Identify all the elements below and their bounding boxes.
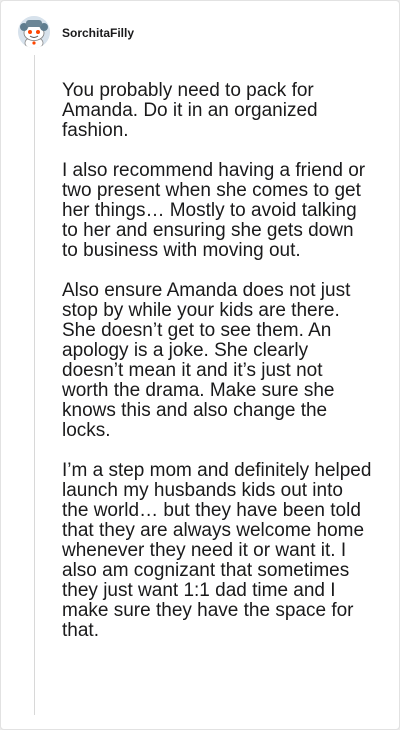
thread-collapse-line[interactable] xyxy=(34,55,35,715)
comment-body: You probably need to pack for Amanda. Do… xyxy=(62,81,372,661)
comment-card: SorchitaFilly You probably need to pack … xyxy=(0,0,400,730)
comment-paragraph: You probably need to pack for Amanda. Do… xyxy=(62,80,318,141)
comment-author[interactable]: SorchitaFilly xyxy=(62,26,134,40)
reddit-snoo-avatar-icon[interactable] xyxy=(18,16,50,48)
comment-paragraph: I’m a step mom and definitely helped lau… xyxy=(62,460,372,641)
comment-paragraph: I also recommend having a friend or two … xyxy=(62,160,366,261)
comment-paragraph: Also ensure Amanda does not just stop by… xyxy=(62,280,351,441)
